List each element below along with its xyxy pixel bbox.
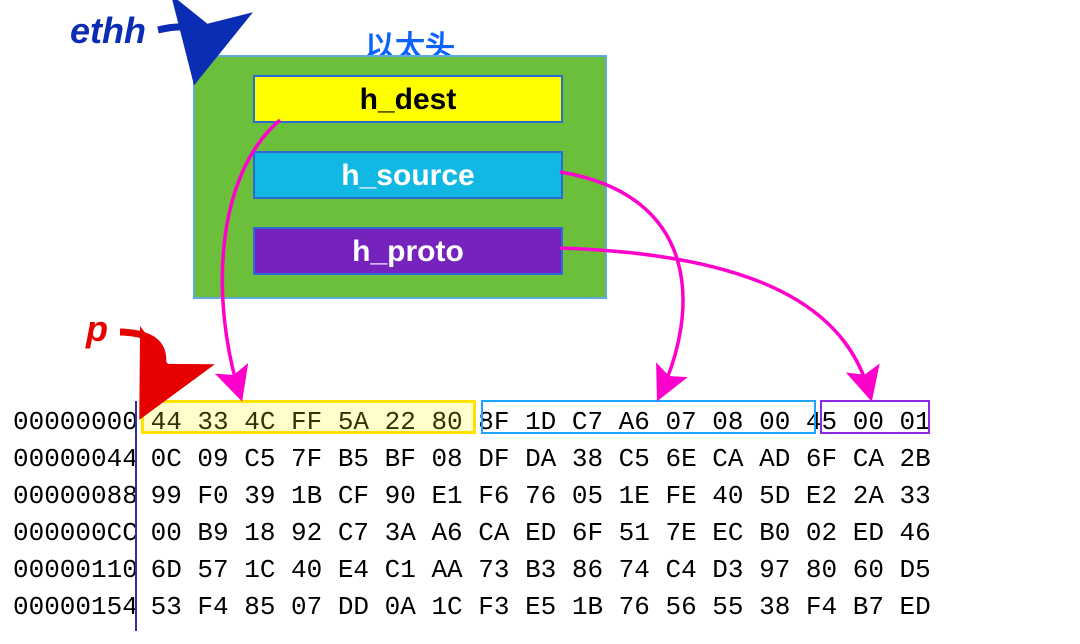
highlight-h-source	[481, 400, 816, 434]
diagram-canvas: ethh 以太头 h_dest h_source h_proto p 00000…	[0, 0, 1080, 644]
field-h-dest: h_dest	[253, 75, 563, 123]
highlight-h-dest	[141, 400, 476, 434]
ethernet-header-struct: h_dest h_source h_proto	[193, 55, 607, 299]
hexdump-separator	[135, 401, 137, 631]
arrow-p	[120, 332, 163, 395]
hexdump: 00000000 44 33 4C FF 5A 22 80 8F 1D C7 A…	[13, 404, 931, 626]
ethh-pointer-label: ethh	[70, 10, 146, 52]
field-h-source: h_source	[253, 151, 563, 199]
p-pointer-label: p	[86, 308, 108, 350]
arrow-ethh	[158, 27, 202, 58]
highlight-h-proto	[820, 400, 930, 434]
field-h-proto: h_proto	[253, 227, 563, 275]
